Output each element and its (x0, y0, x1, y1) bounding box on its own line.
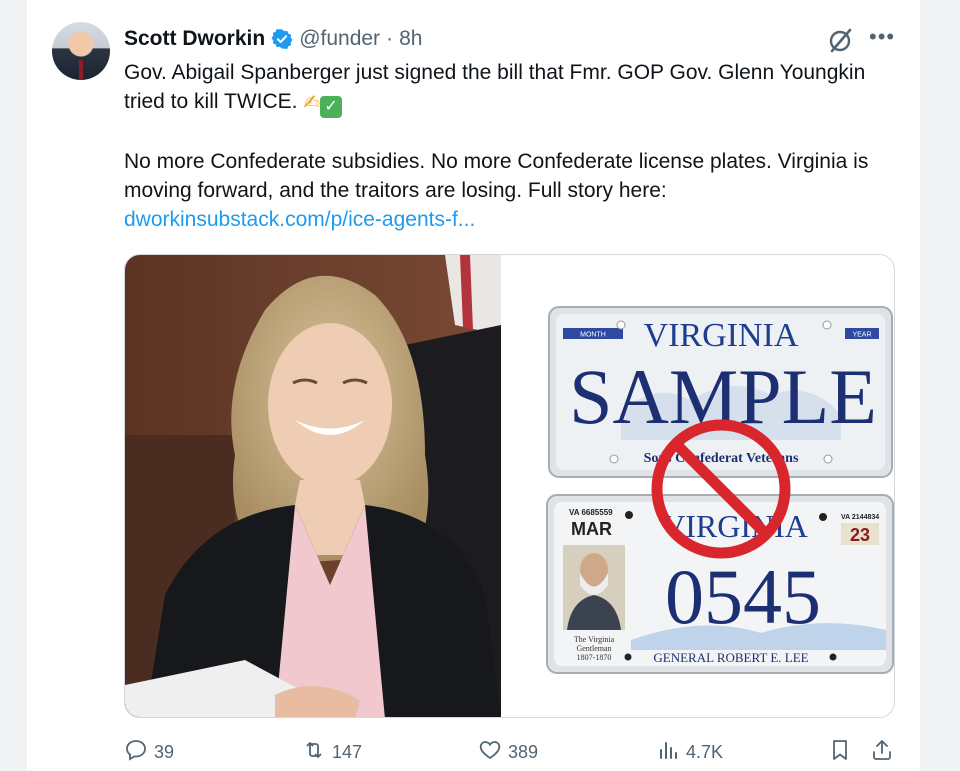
tweet-time[interactable]: 8h (399, 27, 422, 51)
tweet-actions: 39 147 389 4.7K (124, 738, 894, 768)
author-handle[interactable]: @funder (299, 27, 380, 51)
plate-va-small: VA 6685559 (569, 508, 613, 517)
reply-count: 39 (154, 742, 175, 762)
reply-icon (124, 738, 148, 767)
portrait-caption-3: 1807-1870 (577, 653, 612, 662)
plate-month-label: MONTH (580, 332, 606, 339)
writing-hand-emoji-icon: ✍ (303, 92, 321, 114)
spanberger-photo[interactable] (125, 255, 501, 717)
plate-va-right: VA 2144834 (841, 514, 879, 521)
verified-badge-icon (271, 28, 293, 50)
plate-year: 23 (850, 525, 870, 545)
reply-button[interactable]: 39 (124, 738, 174, 767)
portrait-caption-1: The Virginia (574, 635, 615, 644)
repost-icon (302, 738, 326, 767)
sample-plate: MONTH YEAR VIRGINIA SAMPLE Sons Confeder… (548, 306, 893, 478)
plate-month: MAR (571, 519, 612, 539)
like-button[interactable]: 389 (478, 738, 538, 767)
portrait-caption-2: Gentleman (576, 644, 611, 653)
tweet-link[interactable]: dworkinsubstack.com/p/ice-agents-f... (124, 208, 475, 231)
check-mark-emoji-icon: ✓ (320, 96, 343, 118)
tweet-paragraph-2: No more Confederate subsidies. No more C… (124, 147, 884, 234)
tweet-card[interactable]: Scott Dworkin @funder · 8h ••• Gov. Abig… (26, 0, 921, 771)
plate-state-label: VIRGINIA (644, 317, 799, 354)
repost-count: 147 (332, 742, 363, 762)
plate-bottom-caption: GENERAL ROBERT E. LEE (653, 650, 808, 665)
bookmark-icon (828, 738, 852, 767)
avatar[interactable] (52, 22, 110, 80)
author-name[interactable]: Scott Dworkin (124, 27, 265, 51)
tweet-text: Gov. Abigail Spanberger just signed the … (124, 58, 884, 234)
plate-year-label: YEAR (852, 332, 871, 339)
grok-icon[interactable] (827, 26, 855, 54)
tweet-media[interactable]: MONTH YEAR VIRGINIA SAMPLE Sons Confeder… (124, 254, 895, 718)
more-icon[interactable]: ••• (869, 24, 895, 50)
bookmark-button[interactable] (828, 738, 852, 767)
plate-number: 0545 (665, 553, 821, 640)
views-icon (656, 738, 680, 767)
separator: · (386, 27, 394, 50)
like-count: 389 (508, 742, 539, 762)
views-button[interactable]: 4.7K (656, 738, 723, 767)
lee-plate: VA 6685559 MAR VIRGINIA VA 2144834 23 Th… (546, 494, 894, 674)
license-plates-image[interactable]: MONTH YEAR VIRGINIA SAMPLE Sons Confeder… (501, 255, 894, 717)
repost-button[interactable]: 147 (302, 738, 362, 767)
tweet-paragraph-1: Gov. Abigail Spanberger just signed the … (124, 58, 884, 118)
tweet-header: Scott Dworkin @funder · 8h (124, 24, 422, 54)
views-count: 4.7K (686, 742, 724, 762)
share-button[interactable] (870, 738, 894, 767)
tweet-line-1: Gov. Abigail Spanberger just signed the … (124, 61, 866, 113)
share-icon (870, 738, 894, 767)
tweet-line-2: No more Confederate subsidies. No more C… (124, 150, 869, 202)
heart-icon (478, 738, 502, 767)
